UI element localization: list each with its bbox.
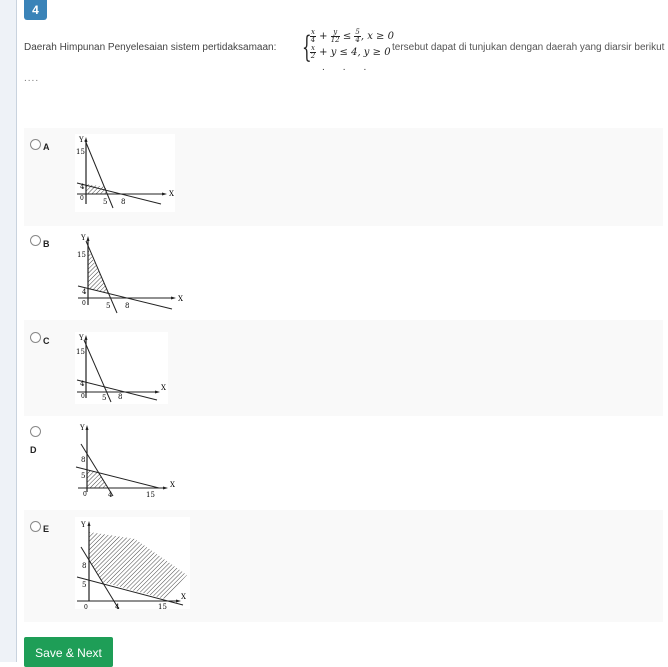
- line-1: [83, 339, 112, 403]
- option-e[interactable]: E Y X 8 5 4 15 0: [24, 510, 663, 622]
- x-axis-arrow: [171, 296, 176, 300]
- tick-x-15: 15: [146, 491, 155, 499]
- save-next-button[interactable]: Save & Next: [24, 637, 113, 667]
- tick-x-5: 5: [106, 302, 110, 310]
- tick-y-4: 4: [82, 288, 87, 296]
- line-1: [84, 139, 114, 209]
- question-number-badge: 4: [24, 0, 47, 20]
- option-c-graph: Y X 15 4 5 8 0: [75, 332, 168, 404]
- option-b-radio[interactable]: [30, 235, 41, 246]
- option-b-letter: B: [43, 239, 50, 249]
- x-label: X: [170, 481, 175, 489]
- option-a[interactable]: A Y X 15 4 5 8 0: [24, 128, 663, 226]
- question-ellipsis: ....: [24, 73, 40, 84]
- x-axis-arrow: [155, 390, 160, 394]
- option-d-graph: Y X 8 5 4 15 0: [75, 422, 179, 502]
- option-e-letter: E: [43, 524, 50, 534]
- option-d[interactable]: D Y X 8 5 4 15 0: [24, 416, 663, 510]
- y-label: Y: [78, 136, 84, 144]
- line-2: [76, 379, 158, 401]
- option-c[interactable]: C Y X 15 4 5 8 0: [24, 320, 663, 416]
- left-rail: [0, 0, 17, 662]
- graph-c-svg: Y X 15 4 5 8 0: [76, 334, 166, 403]
- tick-y-8: 8: [81, 456, 85, 464]
- y-label: Y: [78, 334, 84, 342]
- option-d-radio[interactable]: [30, 426, 41, 437]
- tick-x-8: 8: [121, 198, 125, 206]
- tick-y-15: 15: [76, 148, 85, 156]
- tick-x-5: 5: [102, 394, 106, 402]
- graph-d-svg: Y X 8 5 4 15 0: [75, 424, 175, 499]
- inequality-line-1: x4 + y 12 ≤ 54, x ≥ 0: [310, 28, 394, 44]
- y-label: Y: [80, 521, 86, 529]
- tick-x-5: 5: [103, 198, 107, 206]
- tick-y-15: 15: [77, 251, 86, 259]
- graph-e-svg: Y X 8 5 4 15 0: [76, 521, 187, 609]
- x-axis-arrow: [162, 192, 167, 196]
- y-axis-arrow: [85, 425, 89, 430]
- tick-x-8: 8: [125, 302, 129, 310]
- option-a-radio[interactable]: [30, 139, 41, 150]
- y-axis-arrow: [86, 236, 90, 241]
- tick-y-5: 5: [81, 472, 85, 480]
- shaded-region: [89, 532, 187, 599]
- option-e-radio[interactable]: [30, 521, 41, 532]
- tick-y-15: 15: [76, 348, 85, 356]
- question-tail: tersebut dapat di tunjukan dengan daerah…: [392, 42, 665, 53]
- option-c-letter: C: [43, 336, 50, 346]
- graph-a-svg: Y X 15 4 5 8 0: [76, 136, 174, 209]
- tick-y-8: 8: [82, 562, 86, 570]
- origin: 0: [84, 604, 88, 609]
- tick-y-5: 5: [82, 581, 86, 589]
- y-axis-arrow: [84, 335, 88, 340]
- tick-y-4: 4: [80, 183, 85, 191]
- x-label: X: [178, 295, 183, 303]
- option-b-graph: Y X 15 4 5 8 0: [75, 231, 185, 315]
- option-d-letter: D: [30, 445, 37, 455]
- x-label: X: [169, 190, 174, 198]
- x-label: X: [181, 593, 186, 601]
- graph-b-svg: Y X 15 4 5 8 0: [77, 234, 183, 314]
- inequality-line-2: x2 + y ≤ 4, y ≥ 0: [310, 44, 391, 60]
- tick-y-4: 4: [80, 380, 85, 388]
- question-lead: Daerah Himpunan Penyelesaian sistem pert…: [24, 42, 277, 53]
- option-a-graph: Y X 15 4 5 8 0: [75, 134, 175, 212]
- option-c-radio[interactable]: [30, 332, 41, 343]
- tick-x-8: 8: [118, 393, 122, 401]
- tick-x-15: 15: [158, 603, 167, 609]
- option-b[interactable]: B Y X 15 4 5 8 0: [24, 226, 663, 320]
- y-axis-arrow: [87, 521, 91, 526]
- system-dots: ...: [322, 62, 385, 73]
- option-a-letter: A: [43, 142, 50, 152]
- tick-x-4: 4: [108, 491, 113, 499]
- origin: 0: [81, 393, 85, 400]
- x-axis-arrow: [163, 486, 168, 490]
- tick-x-4: 4: [115, 603, 120, 609]
- x-label: X: [161, 384, 166, 392]
- origin: 0: [82, 300, 86, 307]
- option-e-graph: Y X 8 5 4 15 0: [75, 517, 190, 609]
- y-label: Y: [79, 424, 85, 432]
- origin: 0: [80, 195, 84, 202]
- origin: 0: [83, 491, 87, 498]
- y-label: Y: [80, 234, 86, 242]
